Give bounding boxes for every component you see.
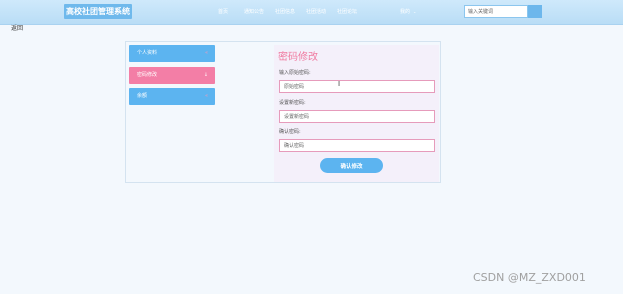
nav-link-club-activities[interactable]: 社团活动	[306, 0, 326, 24]
new-password-field[interactable]	[279, 110, 435, 123]
confirm-change-button[interactable]: 确认修改	[320, 158, 383, 173]
old-password-field[interactable]	[279, 80, 435, 93]
sidebar-item-balance[interactable]: 余额 «	[129, 88, 215, 105]
sidebar-item-profile[interactable]: 个人资料 «	[129, 45, 215, 62]
nav-menu-mine[interactable]: 我的 ⌄	[400, 0, 416, 24]
nav-menu-mine-label: 我的	[400, 9, 411, 15]
search-button[interactable]	[528, 5, 542, 18]
chevron-down-icon: ⌄	[413, 9, 417, 14]
new-password-label: 设置新密码:	[279, 100, 306, 106]
top-navigation-bar: 高校社团管理系统 首页 通知公告 社团信息 社团活动 社团论坛 我的 ⌄	[0, 0, 623, 25]
sidebar-item-password[interactable]: 密码修改 ↓	[129, 67, 215, 84]
confirm-password-label: 确认密码:	[279, 129, 301, 135]
sidebar-item-label: 余额	[137, 93, 148, 99]
nav-link-club-info[interactable]: 社团信息	[275, 0, 295, 24]
confirm-password-field[interactable]	[279, 139, 435, 152]
double-chevron-left-icon: «	[204, 50, 208, 56]
old-password-label: 输入原始密码:	[279, 70, 311, 76]
site-logo[interactable]: 高校社团管理系统	[64, 4, 132, 19]
nav-link-home[interactable]: 首页	[218, 0, 228, 24]
watermark: CSDN @MZ_ZXD001	[473, 271, 586, 284]
double-chevron-left-icon: «	[204, 93, 208, 99]
nav-link-club-forum[interactable]: 社团论坛	[337, 0, 357, 24]
back-link[interactable]: 返回	[11, 23, 23, 32]
arrow-down-icon: ↓	[203, 72, 208, 78]
search-input[interactable]	[464, 5, 528, 18]
form-title: 密码修改	[278, 52, 318, 63]
sidebar-item-label: 个人资料	[137, 50, 158, 56]
sidebar-item-label: 密码修改	[137, 72, 158, 78]
nav-link-announcements[interactable]: 通知公告	[244, 0, 264, 24]
text-cursor-icon: I	[338, 80, 341, 88]
